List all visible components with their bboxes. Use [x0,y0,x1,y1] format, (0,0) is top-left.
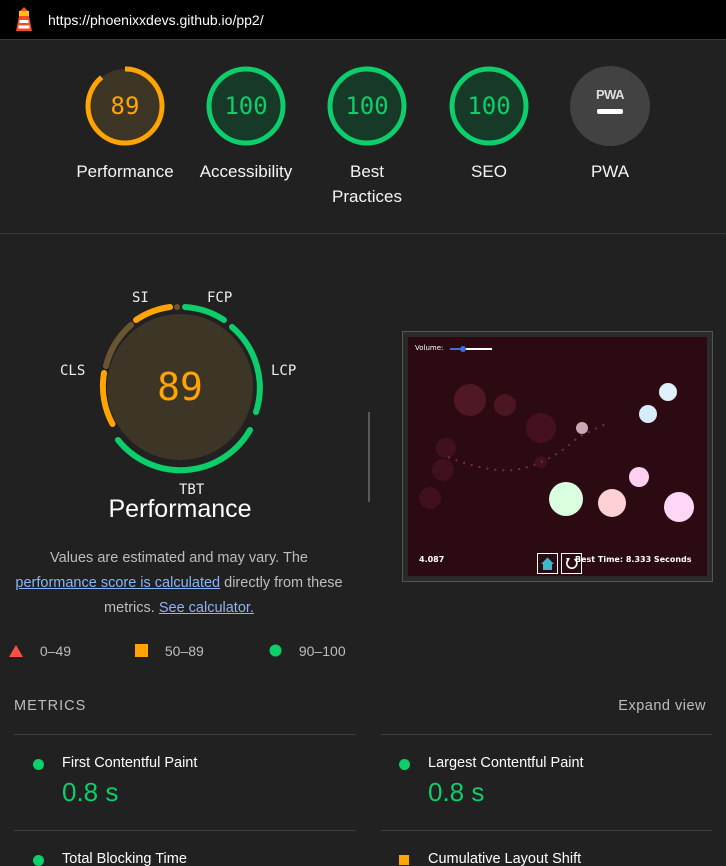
legend-average-range: 50–89 [164,643,204,659]
seo-score: 100 [467,92,511,120]
seo-label: SEO [471,162,507,181]
gauge-performance[interactable]: 89 Performance [70,65,180,184]
performance-score: 89 [110,92,140,120]
pwa-badge-icon [570,66,650,146]
metric-fcp[interactable]: First Contentful Paint 0.8 s [33,755,353,815]
legend-fail: 0–49 [9,643,71,659]
metric-divider [381,734,712,735]
legend-average: 50–89 [135,643,204,659]
metric-label-cls: CLS [60,363,86,379]
metric-cls[interactable]: Cumulative Layout Shift [399,851,719,866]
metric-label-fcp: FCP [207,290,233,306]
gauge-accessibility[interactable]: 100 Accessibility [191,65,301,184]
divider [368,412,370,502]
legend-pass-range: 90–100 [298,643,346,659]
metric-divider [381,830,712,831]
metric-tbt[interactable]: Total Blocking Time [33,851,353,866]
url-bar: https://phoenixxdevs.github.io/pp2/ [0,0,726,40]
pwa-label: PWA [590,162,630,181]
average-square-icon [399,855,409,865]
metric-fcp-value: 0.8 s [62,777,119,807]
performance-title: Performance [108,495,252,523]
pass-dot-icon [399,759,410,770]
performance-big-score: 89 [157,365,203,409]
report-url[interactable]: https://phoenixxdevs.github.io/pp2/ [48,12,264,28]
accessibility-label: Accessibility [199,162,293,181]
performance-detail-gauge: 89 Performance [60,282,300,523]
description-text: Values are estimated and may vary. The [50,550,308,566]
gauge-seo[interactable]: 100 SEO [434,65,544,184]
metrics-heading: METRICS [14,698,87,714]
circle-icon [269,644,282,657]
game-balls [419,383,694,522]
metric-lcp-name: Largest Contentful Paint [428,755,584,771]
best-practices-label: Best Practices [332,162,402,206]
best-time-text: Best Time: 8.333 Seconds [575,555,692,564]
gauge-best-practices[interactable]: 100 Best Practices [312,65,422,209]
square-icon [135,644,148,657]
metric-label-si: SI [132,290,149,306]
lighthouse-logo-icon [12,7,36,38]
game-screenshot: Volume: 4.087 Best Time: 8.333 Seconds [408,337,707,576]
see-calculator-link[interactable]: See calculator. [159,600,254,616]
pass-dot-icon [33,855,44,866]
metric-lcp[interactable]: Largest Contentful Paint 0.8 s [399,755,719,815]
metric-label-lcp: LCP [271,363,297,379]
metric-label-tbt: TBT [179,482,205,498]
score-summary: 89 Performance 100 Accessibility 100 Bes… [0,41,726,234]
final-screenshot[interactable]: Volume: 4.087 Best Time: 8.333 Seconds [402,331,713,582]
metric-divider [14,830,356,831]
metric-tbt-name: Total Blocking Time [62,851,187,866]
score-calculated-link[interactable]: performance score is calculated [15,575,220,591]
home-button [537,553,558,574]
metric-divider [14,734,356,735]
pass-dot-icon [33,759,44,770]
accessibility-score: 100 [224,92,268,120]
performance-label: Performance [76,162,174,181]
pwa-badge-text: PWA [595,87,625,102]
metric-cls-name: Cumulative Layout Shift [428,851,582,866]
legend-fail-range: 0–49 [39,643,72,659]
triangle-icon [9,645,23,657]
best-practices-score: 100 [345,92,389,120]
expand-view-button[interactable]: Expand view [618,698,706,714]
gauge-pwa[interactable]: PWA PWA [555,65,665,184]
metric-lcp-value: 0.8 s [428,777,485,807]
home-icon [541,557,554,570]
metric-fcp-name: First Contentful Paint [62,755,198,771]
game-timer: 4.087 [419,555,445,564]
legend-pass: 90–100 [269,643,346,659]
performance-description: Values are estimated and may vary. The p… [0,546,358,621]
